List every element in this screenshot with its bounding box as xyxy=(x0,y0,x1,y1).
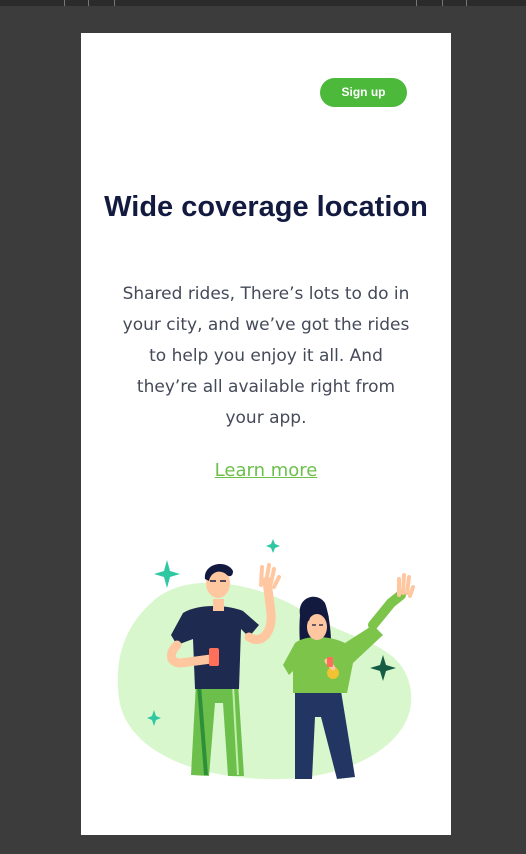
toolbar-divider xyxy=(442,0,443,6)
signup-button[interactable]: Sign up xyxy=(320,78,407,107)
toolbar-divider xyxy=(114,0,115,6)
learn-more-link[interactable]: Learn more xyxy=(81,460,451,481)
toolbar-divider xyxy=(466,0,467,6)
toolbar-divider xyxy=(64,0,65,6)
background-blob xyxy=(117,582,412,780)
sparkle-icon xyxy=(266,539,280,553)
editor-top-bar xyxy=(0,0,526,6)
toolbar-divider xyxy=(416,0,417,6)
sparkle-icon xyxy=(154,560,180,588)
description-text: Shared rides, There’s lots to do in your… xyxy=(122,284,410,428)
phone-screen: Sign up Wide coverage location Shared ri… xyxy=(81,33,451,835)
page-title: Wide coverage location xyxy=(104,191,428,223)
phone-icon xyxy=(209,648,219,666)
toolbar-divider xyxy=(88,0,89,6)
two-people-waving-illustration xyxy=(117,539,415,780)
